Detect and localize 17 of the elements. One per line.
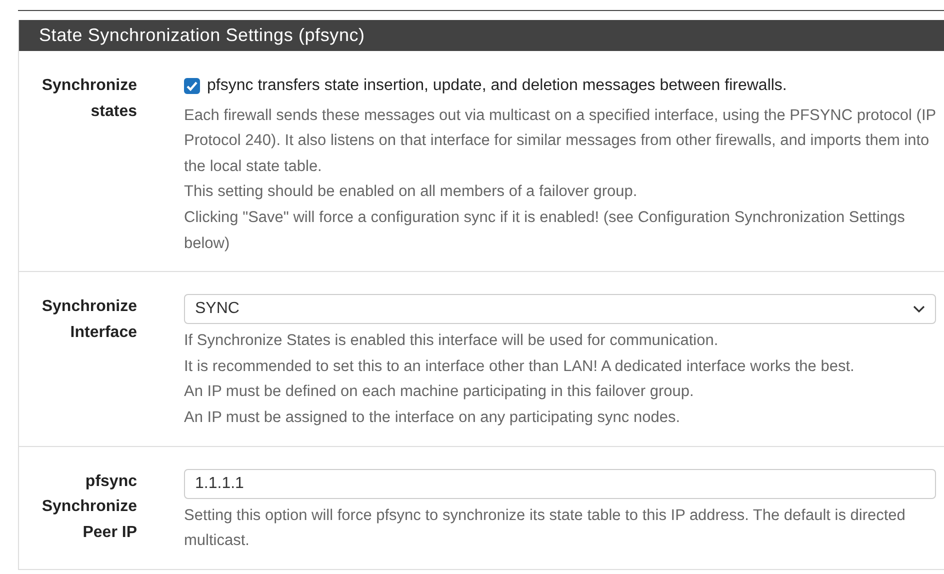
help-text: Clicking "Save" will force a configuration sync if it is enabled! (see Configuration Synchronization Settings below)	[184, 208, 906, 254]
field-label: pfsync Synchronize Peer IP	[40, 472, 137, 543]
help-text: This setting should be enabled on all members of a failover group.	[184, 182, 638, 202]
help-text: It is recommended to set this to an interface other than LAN! A dedicated interface works the best.	[184, 356, 856, 377]
checkbox-label: pfsync transfers state insertion, update, and deletion messages between firewalls.	[207, 76, 787, 96]
interface-select[interactable]: SYNC	[184, 294, 936, 324]
help-text: Setting this option will force pfsync to synchronize its state table to this IP address. The default is directed multicast.	[184, 506, 906, 552]
caret-icon	[913, 305, 925, 314]
panel-header: State Synchronization Settings (pfsync)	[19, 20, 944, 51]
field-label: Synchronize Interface	[40, 297, 137, 343]
help-text: If Synchronize States is enabled this interface will be used for communication.	[184, 331, 720, 352]
checkbox[interactable]	[184, 78, 200, 94]
help-text: Each firewall sends these messages out via multicast on a specified interface, using the PFSYNC protocol (IP Protocol 240). It also listens on that interface for similar messages from other firewalls, and imports them into the local state table.	[184, 106, 936, 177]
field-label: Synchronize states	[40, 76, 137, 122]
help-text: An IP must be defined on each machine participating in this failover group.	[184, 382, 695, 402]
input-field[interactable]: 1.1.1.1	[184, 468, 936, 499]
help-text: An IP must be assigned to the interface on any participating sync nodes.	[184, 408, 682, 428]
